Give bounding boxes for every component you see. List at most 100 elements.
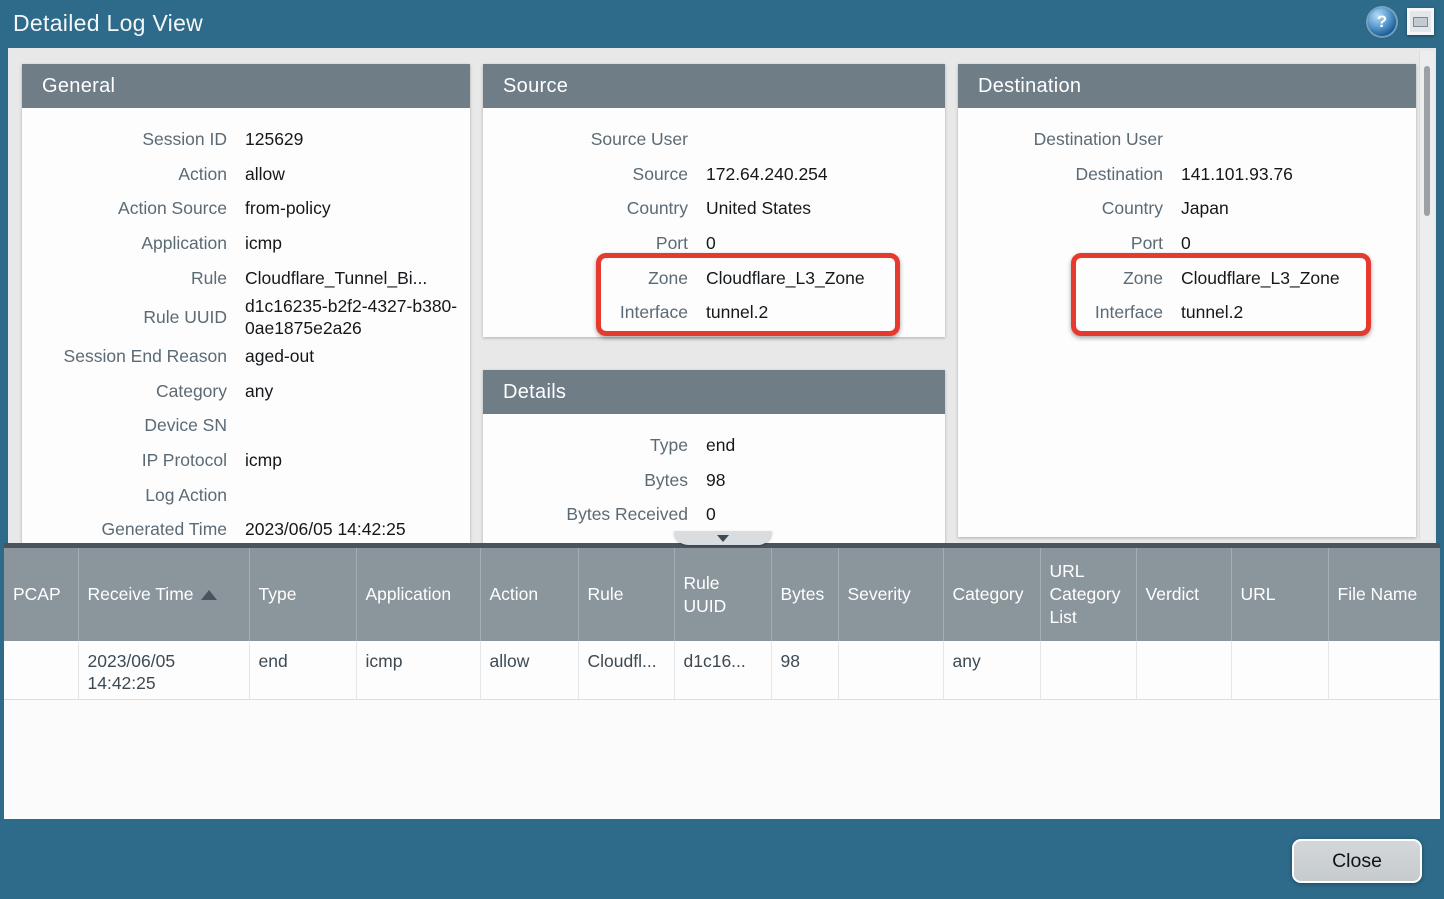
column-header-url[interactable]: URL xyxy=(1231,548,1328,641)
column-header-rule[interactable]: Rule xyxy=(578,548,674,641)
field-zone: Zone Cloudflare_L3_Zone xyxy=(958,260,1416,295)
cell-file-name xyxy=(1328,641,1440,699)
help-icon[interactable]: ? xyxy=(1368,8,1396,36)
field-label: Rule xyxy=(22,267,227,289)
details-panel-title: Details xyxy=(483,370,945,414)
column-header-receive-time[interactable]: Receive Time xyxy=(78,548,249,641)
close-button[interactable]: Close xyxy=(1292,839,1422,883)
panel-splitter-handle[interactable] xyxy=(674,531,772,545)
field-value: any xyxy=(245,380,470,402)
title-bar: Detailed Log View ? xyxy=(0,0,1444,48)
field-value: aged-out xyxy=(245,345,470,367)
field-label: Action Source xyxy=(22,197,227,219)
field-value: Cloudflare_L3_Zone xyxy=(706,267,945,289)
field-label: Category xyxy=(22,380,227,402)
field-action-source: Action Source from-policy xyxy=(22,191,470,226)
scrollbar-thumb[interactable] xyxy=(1424,66,1430,216)
field-action: Actionallow xyxy=(22,157,470,192)
field-value: Cloudflare_Tunnel_Bi... xyxy=(245,267,470,289)
field-rule: Rule Cloudflare_Tunnel_Bi... xyxy=(22,260,470,295)
field-label: Application xyxy=(22,232,227,254)
column-header-rule-uuid[interactable]: Rule UUID xyxy=(674,548,771,641)
window-restore-icon-glyph xyxy=(1413,17,1428,27)
cell-rule: Cloudfl... xyxy=(578,641,674,699)
column-header-category[interactable]: Category xyxy=(943,548,1040,641)
column-header-action[interactable]: Action xyxy=(480,548,578,641)
field-value: tunnel.2 xyxy=(1181,301,1416,323)
column-header-file-name[interactable]: File Name xyxy=(1328,548,1440,641)
source-panel-title: Source xyxy=(483,64,945,108)
field-bytes-received: Bytes Received0 xyxy=(483,497,945,532)
field-bytes: Bytes98 xyxy=(483,463,945,498)
field-value: United States xyxy=(706,197,945,219)
column-header-url-category-list[interactable]: URL Category List xyxy=(1040,548,1136,641)
field-value: 0 xyxy=(706,232,945,254)
general-panel: General Session ID125629 Actionallow Act… xyxy=(22,64,470,543)
column-header-type[interactable]: Type xyxy=(249,548,356,641)
field-label: Session End Reason xyxy=(22,345,227,367)
sort-ascending-icon xyxy=(201,590,217,600)
field-label: Country xyxy=(483,197,688,219)
cell-severity xyxy=(838,641,943,699)
destination-panel: Destination Destination User Destination… xyxy=(958,64,1416,537)
field-value: tunnel.2 xyxy=(706,301,945,323)
field-label: Log Action xyxy=(22,484,227,506)
field-label: Destination xyxy=(958,163,1163,185)
cell-type: end xyxy=(249,641,356,699)
field-country: Country United States xyxy=(483,191,945,226)
column-header-application[interactable]: Application xyxy=(356,548,480,641)
field-label: Country xyxy=(958,197,1163,219)
vertical-scrollbar[interactable] xyxy=(1419,51,1434,540)
window-restore-icon[interactable] xyxy=(1407,8,1434,35)
column-header-severity[interactable]: Severity xyxy=(838,548,943,641)
cell-url xyxy=(1231,641,1328,699)
field-label: Interface xyxy=(958,301,1163,323)
field-value: 141.101.93.76 xyxy=(1181,163,1416,185)
field-type: Typeend xyxy=(483,428,945,463)
field-label: Bytes Received xyxy=(483,503,688,525)
destination-panel-title: Destination xyxy=(958,64,1416,108)
field-interface: Interface tunnel.2 xyxy=(483,295,945,330)
cell-category: any xyxy=(943,641,1040,699)
field-label: Interface xyxy=(483,301,688,323)
column-header-label: Receive Time xyxy=(88,584,194,604)
column-header-bytes[interactable]: Bytes xyxy=(771,548,838,641)
details-panel: Details Typeend Bytes98 Bytes Received0 xyxy=(483,370,945,543)
log-table-row[interactable]: 2023/06/05 14:42:25 end icmp allow Cloud… xyxy=(4,641,1440,699)
field-value: allow xyxy=(245,163,470,185)
field-value: icmp xyxy=(245,232,470,254)
field-destination: Destination 141.101.93.76 xyxy=(958,157,1416,192)
cell-application: icmp xyxy=(356,641,480,699)
field-label: Zone xyxy=(483,267,688,289)
field-destination-user: Destination User xyxy=(958,122,1416,157)
field-label: Session ID xyxy=(22,128,227,150)
field-value: icmp xyxy=(245,449,470,471)
field-interface: Interface tunnel.2 xyxy=(958,295,1416,330)
column-header-pcap[interactable]: PCAP xyxy=(4,548,78,641)
field-label: Type xyxy=(483,434,688,456)
field-session-end-reason: Session End Reason aged-out xyxy=(22,339,470,374)
field-rule-uuid: Rule UUID d1c16235-b2f2-4327-b380-0ae1875… xyxy=(22,295,470,339)
field-application: Application icmp xyxy=(22,226,470,261)
field-log-action: Log Action xyxy=(22,477,470,512)
cell-url-category-list xyxy=(1040,641,1136,699)
field-device-sn: Device SN xyxy=(22,408,470,443)
field-label: Rule UUID xyxy=(22,306,227,328)
field-label: Port xyxy=(958,232,1163,254)
field-port: Port0 xyxy=(483,226,945,261)
field-value: d1c16235-b2f2-4327-b380-0ae1875e2a26 xyxy=(245,295,470,339)
field-label: Zone xyxy=(958,267,1163,289)
field-port: Port0 xyxy=(958,226,1416,261)
cell-rule-uuid: d1c16... xyxy=(674,641,771,699)
field-category: Category any xyxy=(22,374,470,409)
field-value: end xyxy=(706,434,945,456)
field-session-id: Session ID125629 xyxy=(22,122,470,157)
field-label: Bytes xyxy=(483,469,688,491)
cell-pcap xyxy=(4,641,78,699)
field-value: from-policy xyxy=(245,197,470,219)
column-header-verdict[interactable]: Verdict xyxy=(1136,548,1231,641)
field-value: Japan xyxy=(1181,197,1416,219)
field-value: Cloudflare_L3_Zone xyxy=(1181,267,1416,289)
field-label: Source User xyxy=(483,128,688,150)
dialog-title: Detailed Log View xyxy=(13,10,203,37)
